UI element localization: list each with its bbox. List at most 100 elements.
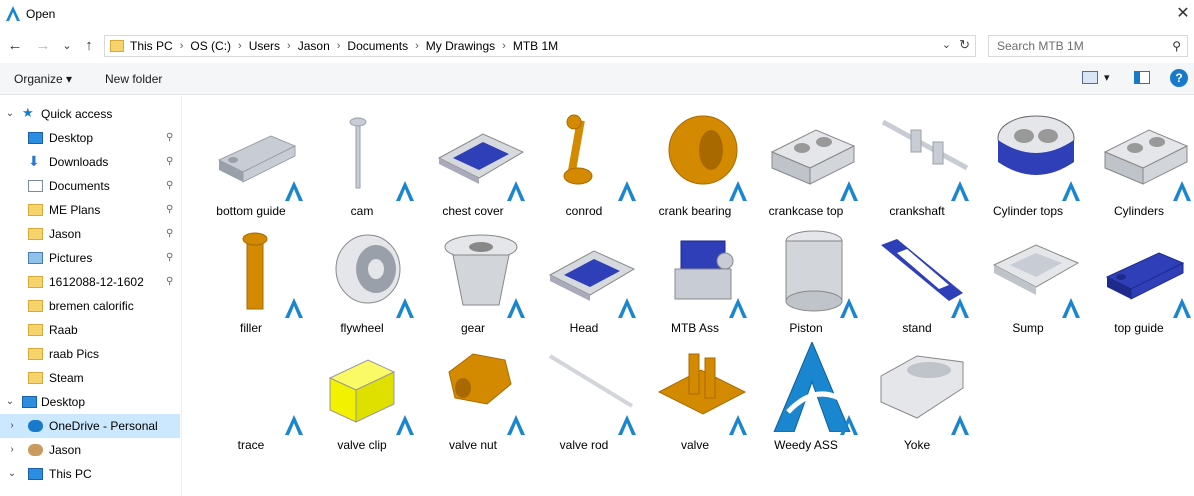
organize-button[interactable]: Organize ▾: [14, 72, 72, 86]
sidebar-item-desktop[interactable]: Desktop ⚲: [0, 126, 180, 150]
sidebar-item-jason[interactable]: Jason ⚲: [0, 222, 180, 246]
file-item[interactable]: gear: [417, 217, 529, 335]
back-button[interactable]: ←: [6, 37, 24, 55]
file-item[interactable]: valve: [639, 334, 751, 452]
file-item[interactable]: crankshaft: [861, 100, 973, 218]
file-item[interactable]: conrod: [528, 100, 640, 218]
file-item[interactable]: filler: [195, 217, 307, 335]
breadcrumb-separator-icon[interactable]: ›: [415, 40, 419, 52]
recent-locations-button[interactable]: ⌄: [58, 37, 76, 55]
breadcrumb-item[interactable]: OS (C:): [190, 39, 231, 53]
navigation-pane: ⌄ ★ Quick access Desktop ⚲ ⬇ Downloads ⚲ Documen…: [0, 96, 182, 496]
pin-icon: ⚲: [166, 180, 174, 191]
alibre-file-type-icon: [507, 415, 525, 435]
sidebar-item-label: raab Pics: [49, 347, 100, 361]
sidebar-item-downloads[interactable]: ⬇ Downloads ⚲: [0, 150, 180, 174]
change-view-icon[interactable]: [1082, 71, 1098, 84]
view-dropdown-button[interactable]: ▾: [1104, 71, 1110, 84]
file-item[interactable]: valve rod: [528, 334, 640, 452]
file-item[interactable]: Head: [528, 217, 640, 335]
breadcrumb-separator-icon[interactable]: ›: [337, 40, 341, 52]
refresh-button[interactable]: ↻: [959, 37, 970, 53]
file-name: conrod: [565, 204, 603, 218]
file-name: valve nut: [448, 438, 498, 452]
alibre-file-type-icon: [951, 415, 969, 435]
sidebar-item-quick-access[interactable]: ⌄ ★ Quick access: [0, 102, 180, 126]
file-item[interactable]: Cylinder tops: [972, 100, 1084, 218]
alibre-file-type-icon: [618, 181, 636, 201]
file-item[interactable]: trace: [195, 334, 307, 452]
folder-icon: [28, 204, 43, 216]
file-item[interactable]: top guide: [1083, 217, 1194, 335]
file-item[interactable]: valve nut: [417, 334, 529, 452]
expand-chevron-icon[interactable]: ⌄: [4, 390, 16, 414]
sidebar-item-steam[interactable]: Steam: [0, 366, 180, 390]
pin-icon: ⚲: [166, 132, 174, 143]
forward-button[interactable]: →: [34, 37, 52, 55]
download-icon: ⬇: [28, 153, 40, 169]
sidebar-item-label: ME Plans: [49, 203, 101, 217]
breadcrumb-item[interactable]: Documents: [347, 39, 408, 53]
sidebar-item-pictures[interactable]: Pictures ⚲: [0, 246, 180, 270]
new-folder-button[interactable]: New folder: [105, 72, 162, 86]
search-input[interactable]: Search MTB 1M ⚲: [988, 35, 1188, 57]
file-item[interactable]: crankcase top: [750, 100, 862, 218]
breadcrumb-separator-icon[interactable]: ›: [180, 40, 184, 52]
pc-icon: [28, 468, 43, 480]
file-item[interactable]: valve clip: [306, 334, 418, 452]
file-item[interactable]: Weedy ASS: [750, 334, 862, 452]
sidebar-item-me-plans[interactable]: ME Plans ⚲: [0, 198, 180, 222]
file-item[interactable]: Piston: [750, 217, 862, 335]
breadcrumb-item[interactable]: Jason: [298, 39, 330, 53]
sidebar-item-raab[interactable]: Raab: [0, 318, 180, 342]
sidebar-item-label: This PC: [49, 467, 92, 481]
file-item[interactable]: flywheel: [306, 217, 418, 335]
sidebar-item-1612088-12-1602[interactable]: 1612088-12-1602 ⚲: [0, 270, 180, 294]
expand-chevron-icon[interactable]: ›: [6, 414, 18, 438]
preview-pane-icon[interactable]: [1134, 71, 1150, 84]
file-item[interactable]: Sump: [972, 217, 1084, 335]
file-item[interactable]: chest cover: [417, 100, 529, 218]
expand-chevron-icon[interactable]: ⌄: [6, 462, 18, 486]
sidebar-item-label: Pictures: [49, 251, 93, 265]
breadcrumb-item[interactable]: Users: [249, 39, 280, 53]
expand-chevron-icon[interactable]: ›: [6, 438, 18, 462]
help-button[interactable]: ?: [1170, 69, 1188, 87]
file-name: Cylinders: [1113, 204, 1164, 218]
file-item[interactable]: Yoke: [861, 334, 973, 452]
expand-chevron-icon[interactable]: ⌄: [4, 102, 16, 126]
breadcrumb-separator-icon[interactable]: ›: [238, 40, 242, 52]
file-item[interactable]: Cylinders: [1083, 100, 1194, 218]
sidebar-item-jason[interactable]: › Jason: [0, 438, 180, 462]
sidebar-item-onedrive-personal[interactable]: › OneDrive - Personal: [0, 414, 180, 438]
file-name: stand: [902, 321, 932, 335]
sidebar-item-label: bremen calorific: [49, 299, 134, 313]
sidebar-item-documents[interactable]: Documents ⚲: [0, 174, 180, 198]
file-grid: bottom guide cam chest cover conrod crank be…: [183, 96, 1194, 496]
sidebar-item-desktop[interactable]: ⌄ Desktop: [0, 390, 180, 414]
pin-icon: ⚲: [166, 156, 174, 167]
breadcrumb-item[interactable]: MTB 1M: [513, 39, 558, 53]
file-item[interactable]: MTB Ass: [639, 217, 751, 335]
sidebar-item-raab-pics[interactable]: raab Pics: [0, 342, 180, 366]
file-item[interactable]: stand: [861, 217, 973, 335]
alibre-file-type-icon: [618, 415, 636, 435]
close-button[interactable]: ✕: [1172, 3, 1194, 25]
breadcrumb-separator-icon[interactable]: ›: [287, 40, 291, 52]
sidebar-item-bremen-calorific[interactable]: bremen calorific: [0, 294, 180, 318]
file-item[interactable]: bottom guide: [195, 100, 307, 218]
file-name: Weedy ASS: [774, 438, 838, 452]
address-bar[interactable]: This PC › OS (C:) › Users › Jason › Documents › My…: [104, 35, 976, 57]
alibre-file-type-icon: [285, 298, 303, 318]
file-item[interactable]: crank bearing: [639, 100, 751, 218]
address-dropdown-button[interactable]: ⌄: [942, 38, 951, 51]
sidebar-item-this-pc[interactable]: ⌄ This PC: [0, 462, 180, 486]
sidebar-item-label: Downloads: [49, 155, 109, 169]
file-item[interactable]: cam: [306, 100, 418, 218]
breadcrumb-item[interactable]: My Drawings: [426, 39, 495, 53]
file-name: Yoke: [903, 438, 931, 452]
pin-icon: ⚲: [166, 252, 174, 263]
breadcrumb-separator-icon[interactable]: ›: [502, 40, 506, 52]
breadcrumb-item[interactable]: This PC: [130, 39, 173, 53]
up-button[interactable]: ↑: [80, 37, 98, 55]
